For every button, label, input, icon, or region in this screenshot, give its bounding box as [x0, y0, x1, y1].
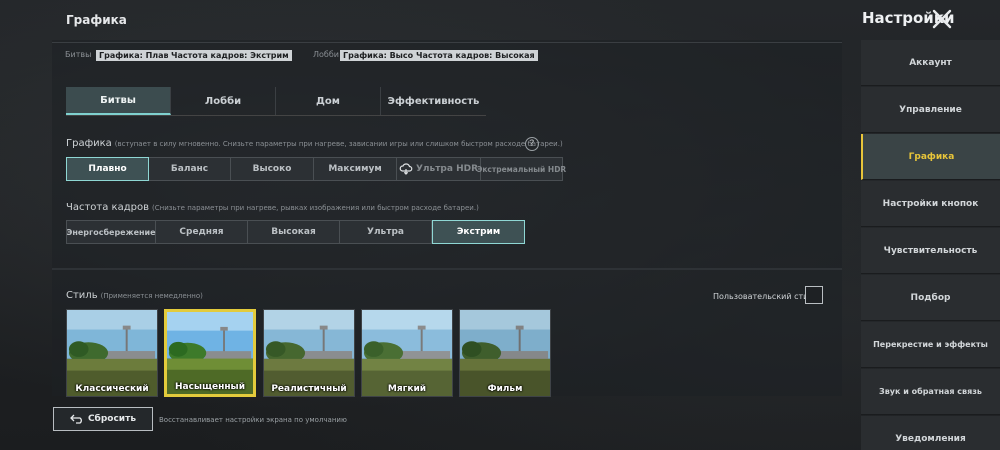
graphics-section-title: Графика (вступает в силу мгновенно. Снизь…: [66, 138, 563, 149]
cloud-download-icon: [399, 163, 413, 175]
fps-option-medium[interactable]: Средняя: [156, 220, 248, 244]
fps-option-high[interactable]: Высокая: [248, 220, 340, 244]
style-section-title: Стиль (Применяется немедленно): [66, 290, 203, 301]
tab-lobby[interactable]: Лобби: [171, 87, 276, 115]
style-thumb-classic[interactable]: Классический: [66, 309, 158, 397]
sidebar-item-button-layout[interactable]: Настройки кнопок: [861, 181, 1000, 227]
fps-option-extreme[interactable]: Экстрим: [432, 220, 525, 244]
fps-option-ultra[interactable]: Ультра: [340, 220, 432, 244]
sidebar-item-audio-feedback[interactable]: Звук и обратная связь: [861, 369, 1000, 415]
fps-option-power-saving[interactable]: Энергосбережение: [66, 220, 156, 244]
close-icon: [932, 9, 952, 29]
graphics-option-extreme-hdr[interactable]: Экстремальный HDR: [477, 157, 566, 181]
close-button[interactable]: [930, 7, 954, 31]
style-hint: (Применяется немедленно): [100, 292, 203, 300]
sidebar-item-notifications[interactable]: Уведомления: [861, 416, 1000, 450]
help-icon[interactable]: ?: [525, 137, 539, 151]
fps-hint: (Снизьте параметры при нагреве, рывках и…: [152, 204, 479, 212]
settings-sidebar: Аккаунт Управление Графика Настройки кно…: [861, 40, 1000, 450]
custom-style-checkbox[interactable]: [805, 286, 823, 304]
section-separator: [52, 268, 842, 270]
sidebar-item-account[interactable]: Аккаунт: [861, 40, 1000, 86]
graphics-option-balance[interactable]: Баланс: [149, 157, 231, 181]
graphics-title: Графика: [66, 138, 112, 149]
summary-lobby-fps: Частота кадров: Высокая: [413, 50, 538, 61]
style-label-film: Фильм: [487, 384, 523, 394]
summary-battles-label: Битвы: [65, 50, 92, 59]
sidebar-item-graphics[interactable]: Графика: [861, 134, 1000, 180]
fps-section-title: Частота кадров (Снизьте параметры при наг…: [66, 202, 479, 213]
frame-rate-selector: Энергосбережение Средняя Высокая Ультра …: [66, 220, 525, 244]
ultra-hdr-label: Ультра HDR: [415, 164, 479, 174]
sidebar-item-controls[interactable]: Управление: [861, 87, 1000, 133]
style-thumb-film[interactable]: Фильм: [459, 309, 551, 397]
style-thumb-saturated[interactable]: Насыщенный: [164, 309, 256, 397]
summary-battles-fps: Частота кадров: Экстрим: [168, 50, 292, 61]
summary-lobby-label: Лобби: [313, 50, 339, 59]
style-thumb-realistic[interactable]: Реалистичный: [263, 309, 355, 397]
graphics-quality-selector: Плавно Баланс Высоко Максимум Ультра HDR…: [66, 157, 566, 181]
style-thumb-soft[interactable]: Мягкий: [361, 309, 453, 397]
sidebar-item-crosshair-effects[interactable]: Перекрестие и эффекты: [861, 322, 1000, 368]
graphics-option-ultra-hdr[interactable]: Ультра HDR: [397, 157, 481, 181]
style-label-realistic: Реалистичный: [271, 384, 347, 394]
graphics-hint: (вступает в силу мгновенно. Снизьте пара…: [114, 140, 563, 148]
custom-style-label: Пользовательский стиль: [713, 292, 819, 301]
page-title: Графика: [66, 13, 127, 27]
style-title: Стиль: [66, 290, 98, 301]
top-bar: Графика Настройки: [0, 0, 1000, 40]
style-label-saturated: Насыщенный: [174, 382, 245, 392]
sidebar-item-matchmaking[interactable]: Подбор: [861, 275, 1000, 321]
style-label-classic: Классический: [75, 384, 149, 394]
reset-button[interactable]: Сбросить: [53, 407, 153, 431]
style-label-soft: Мягкий: [387, 384, 427, 394]
graphics-option-smooth[interactable]: Плавно: [66, 157, 149, 181]
tab-battles[interactable]: Битвы: [66, 87, 171, 115]
graphics-option-high[interactable]: Высоко: [231, 157, 314, 181]
tabs-underline: [66, 115, 486, 116]
tab-efficiency[interactable]: Эффективность: [381, 87, 486, 115]
top-divider: [52, 42, 842, 43]
sidebar-item-sensitivity[interactable]: Чувствительность: [861, 228, 1000, 274]
mode-tabs: Битвы Лобби Дом Эффективность: [66, 87, 486, 115]
fps-title: Частота кадров: [66, 202, 149, 213]
undo-icon: [70, 414, 82, 424]
tab-home[interactable]: Дом: [276, 87, 381, 115]
graphics-option-max[interactable]: Максимум: [314, 157, 397, 181]
reset-label: Сбросить: [87, 414, 137, 424]
reset-hint: Восстанавливает настройки экрана по умол…: [159, 416, 347, 424]
